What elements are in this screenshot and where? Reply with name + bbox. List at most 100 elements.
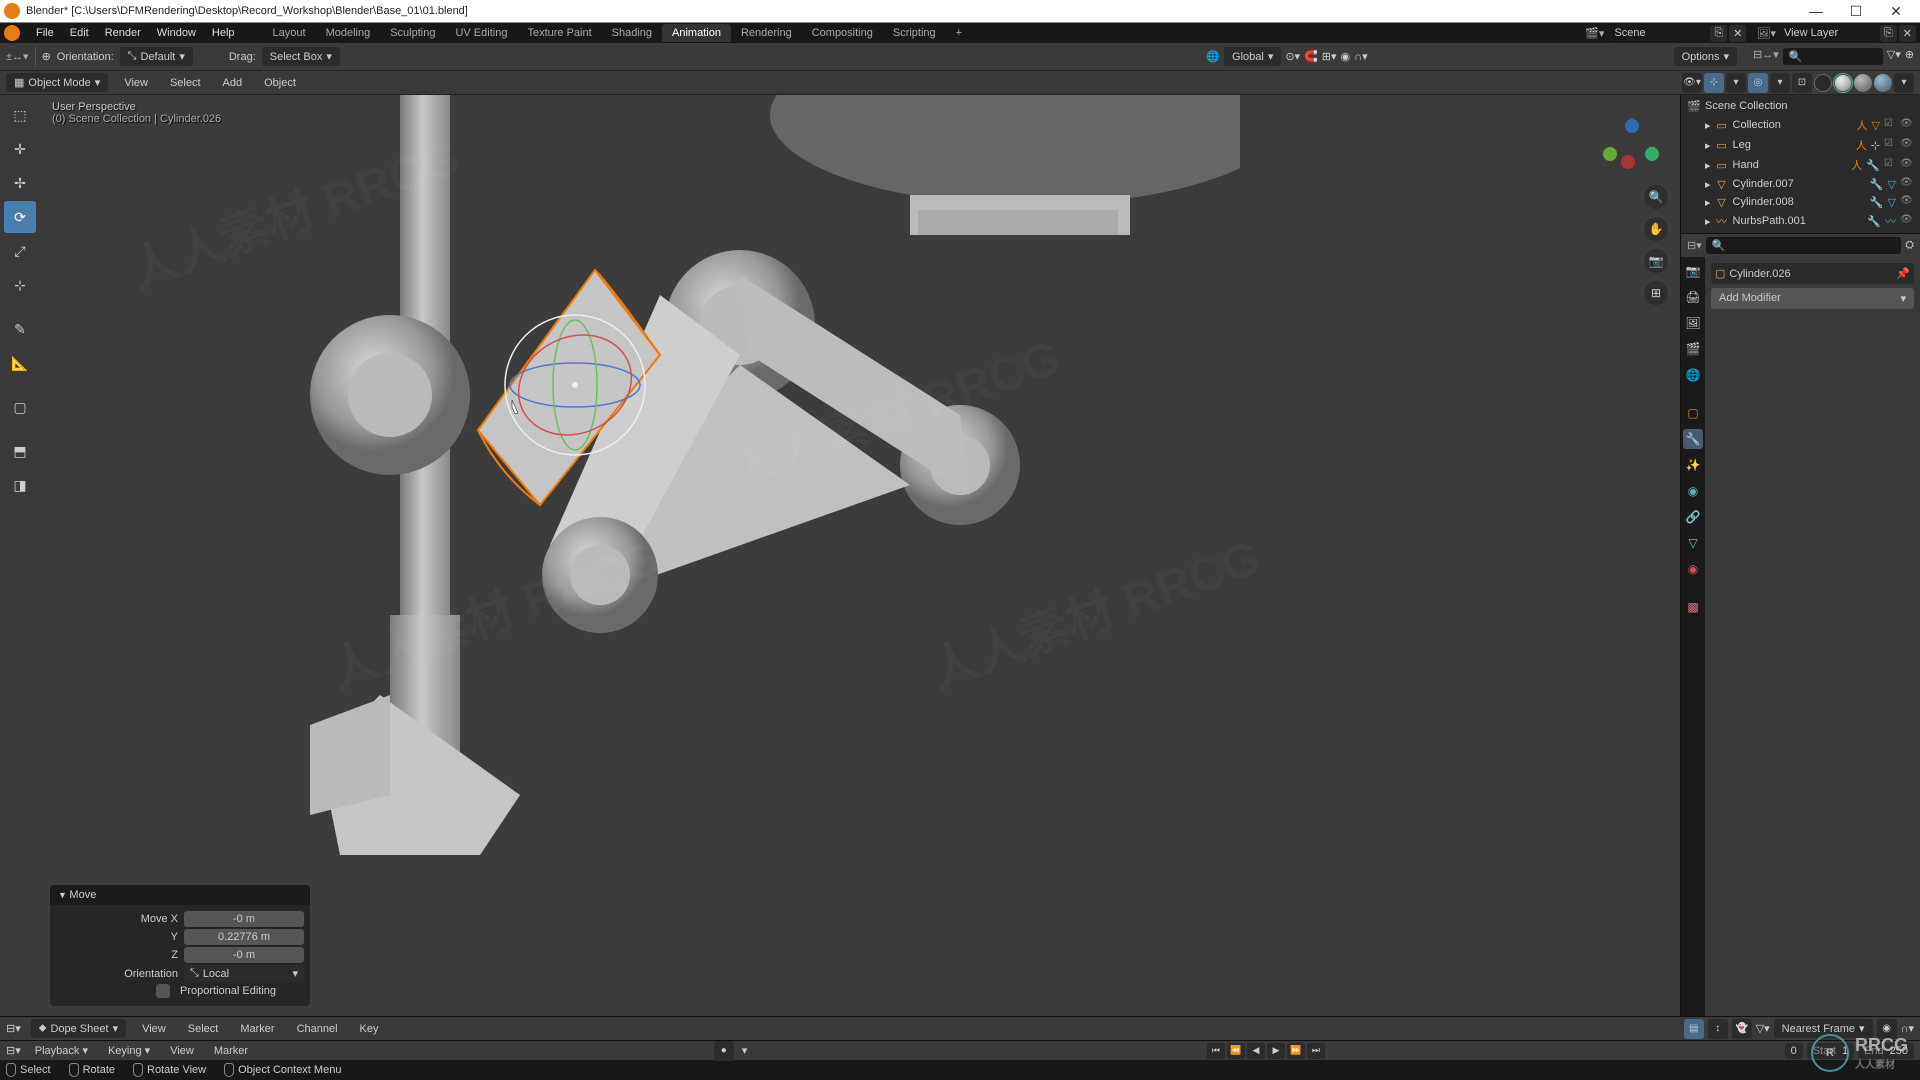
tab-sculpting[interactable]: Sculpting <box>380 24 445 42</box>
menu-render[interactable]: Render <box>97 24 149 42</box>
physics-tab[interactable]: ◉ <box>1683 481 1703 501</box>
editor-type-selector[interactable]: ⊟▾ <box>6 1022 21 1035</box>
zoom-icon[interactable]: 🔍 <box>1644 185 1668 209</box>
delete-layer-button[interactable]: ✕ <box>1899 25 1916 42</box>
tab-uv-editing[interactable]: UV Editing <box>445 24 517 42</box>
constraint-tab[interactable]: 🔗 <box>1683 507 1703 527</box>
tab-rendering[interactable]: Rendering <box>731 24 802 42</box>
orientation-dropdown[interactable]: ⤡ Local ▾ <box>184 965 304 982</box>
menu-edit[interactable]: Edit <box>62 24 97 42</box>
tab-texture-paint[interactable]: Texture Paint <box>517 24 601 42</box>
pan-icon[interactable]: ✋ <box>1644 217 1668 241</box>
tree-cylinder008[interactable]: ▸ ▽ Cylinder.008 🔧 ▽ 👁 <box>1681 193 1920 211</box>
to-sphere-tool[interactable]: ◨ <box>4 469 36 501</box>
jump-to-start[interactable]: ⏮ <box>1207 1043 1225 1059</box>
gizmo-toggle[interactable]: ⊹ <box>1704 73 1724 93</box>
dope-key-menu[interactable]: Key <box>354 1020 385 1038</box>
material-shading[interactable] <box>1854 74 1872 92</box>
tree-scene-collection[interactable]: 🎬 Scene Collection <box>1681 97 1920 115</box>
solid-shading[interactable] <box>1834 74 1852 92</box>
chevron-right-icon[interactable]: ▸ <box>1705 178 1711 191</box>
editor-type-selector[interactable]: ⊟▾ <box>6 1044 21 1057</box>
tree-nurbspath[interactable]: ▸ 〰 NurbsPath.001 🔧 〰 👁 <box>1681 211 1920 231</box>
rendered-shading[interactable] <box>1874 74 1892 92</box>
add-menu[interactable]: Add <box>217 74 249 92</box>
proportional-dropdown[interactable]: ∩▾ <box>1354 50 1367 63</box>
exclude-toggle[interactable]: ☑ <box>1884 138 1898 152</box>
keying-menu[interactable]: Keying ▾ <box>102 1041 156 1060</box>
world-tab[interactable]: 🌐 <box>1683 365 1703 385</box>
move-x-value[interactable]: -0 m <box>184 911 304 927</box>
tab-animation[interactable]: Animation <box>662 24 731 42</box>
layer-browser-icon[interactable]: 🖼▾ <box>1756 27 1776 40</box>
proportional-checkbox[interactable] <box>156 984 170 998</box>
play-forward[interactable]: ▶ <box>1267 1043 1285 1059</box>
snap-toggle[interactable]: 🧲 <box>1304 50 1318 63</box>
pin-icon[interactable]: 📌 <box>1896 267 1910 280</box>
timeline-marker-menu[interactable]: Marker <box>208 1042 254 1060</box>
tree-collection[interactable]: ▸ ▭ Collection 人 ▽ ☑ 👁 <box>1681 115 1920 135</box>
dope-select-menu[interactable]: Select <box>182 1020 225 1038</box>
filter-dropdown[interactable]: ▽▾ <box>1756 1022 1770 1035</box>
chevron-right-icon[interactable]: ▸ <box>1705 215 1711 228</box>
transform-tool[interactable]: ⊹ <box>4 269 36 301</box>
add-modifier-button[interactable]: Add Modifier ▾ <box>1711 288 1914 309</box>
select-menu[interactable]: Select <box>164 74 207 92</box>
window-close-button[interactable]: ✕ <box>1876 0 1916 22</box>
object-menu[interactable]: Object <box>258 74 302 92</box>
pivot-icon[interactable]: ⊕ <box>42 50 51 63</box>
tab-compositing[interactable]: Compositing <box>802 24 883 42</box>
new-collection-button[interactable]: ⊕ <box>1905 48 1914 65</box>
scene-name-field[interactable]: Scene <box>1608 25 1708 41</box>
menu-window[interactable]: Window <box>149 24 204 42</box>
window-maximize-button[interactable]: ☐ <box>1836 0 1876 22</box>
proportional-toggle[interactable]: ◉ <box>1341 50 1351 63</box>
menu-help[interactable]: Help <box>204 24 243 42</box>
output-tab[interactable]: 🖨 <box>1683 287 1703 307</box>
scene-browser-icon[interactable]: 🎬▾ <box>1585 27 1604 40</box>
gizmo-y-neg[interactable] <box>1603 147 1617 161</box>
delete-scene-button[interactable]: ✕ <box>1729 25 1746 42</box>
visibility-toggle[interactable]: 👁 <box>1900 158 1914 172</box>
hidden-toggle[interactable]: 👻 <box>1732 1019 1752 1039</box>
jump-to-keyframe-fwd[interactable]: ⏩ <box>1287 1043 1305 1059</box>
current-frame[interactable]: 0 <box>1785 1043 1803 1059</box>
view-layer-field[interactable]: View Layer <box>1778 25 1878 41</box>
exclude-toggle[interactable]: ☑ <box>1884 118 1898 132</box>
props-editor-button[interactable]: ⊟▾ <box>1687 239 1702 252</box>
dope-mode[interactable]: ⬥ Dope Sheet ▾ <box>31 1019 126 1038</box>
texture-tab[interactable]: ▩ <box>1683 597 1703 617</box>
filter-button[interactable]: ▽▾ <box>1887 48 1901 65</box>
measure-tool[interactable]: 📐 <box>4 347 36 379</box>
view-layer-tab[interactable]: 🖼 <box>1683 313 1703 333</box>
scene-tab[interactable]: 🎬 <box>1683 339 1703 359</box>
chevron-right-icon[interactable]: ▸ <box>1705 119 1711 132</box>
menu-file[interactable]: File <box>28 24 62 42</box>
ortho-icon[interactable]: ⊞ <box>1644 281 1668 305</box>
tab-layout[interactable]: Layout <box>263 24 316 42</box>
pivot-dropdown[interactable]: ⊙▾ <box>1285 50 1300 63</box>
gizmo-x-pos[interactable] <box>1621 155 1635 169</box>
overlay-dropdown[interactable]: ▾ <box>1770 73 1790 93</box>
play-reverse[interactable]: ◀ <box>1247 1043 1265 1059</box>
transform-orientation[interactable]: Global▾ <box>1224 47 1281 66</box>
data-tab[interactable]: ▽ <box>1683 533 1703 553</box>
move-tool[interactable]: ✢ <box>4 167 36 199</box>
visibility-toggle[interactable]: 👁 <box>1900 195 1914 209</box>
visibility-toggle[interactable]: 👁 <box>1900 177 1914 191</box>
visibility-toggle[interactable]: 👁 <box>1900 118 1914 132</box>
tree-cylinder007[interactable]: ▸ ▽ Cylinder.007 🔧 ▽ 👁 <box>1681 175 1920 193</box>
props-search[interactable]: 🔍 <box>1706 237 1901 254</box>
render-tab[interactable]: 📷 <box>1683 261 1703 281</box>
mode-selector[interactable]: ▦ Object Mode ▾ <box>6 73 108 92</box>
tab-add[interactable]: + <box>946 24 972 42</box>
tab-modeling[interactable]: Modeling <box>316 24 381 42</box>
move-z-value[interactable]: -0 m <box>184 947 304 963</box>
overlay-toggle[interactable]: ◎ <box>1748 73 1768 93</box>
nav-gizmo[interactable]: Z Y <box>1597 115 1662 180</box>
drag-dropdown[interactable]: Select Box ▾ <box>262 47 340 66</box>
camera-icon[interactable]: 📷 <box>1644 249 1668 273</box>
scale-tool[interactable]: ⤢ <box>4 235 36 267</box>
view-menu[interactable]: View <box>118 74 154 92</box>
orientation-dropdown[interactable]: ⤡ Default ▾ <box>120 47 193 66</box>
